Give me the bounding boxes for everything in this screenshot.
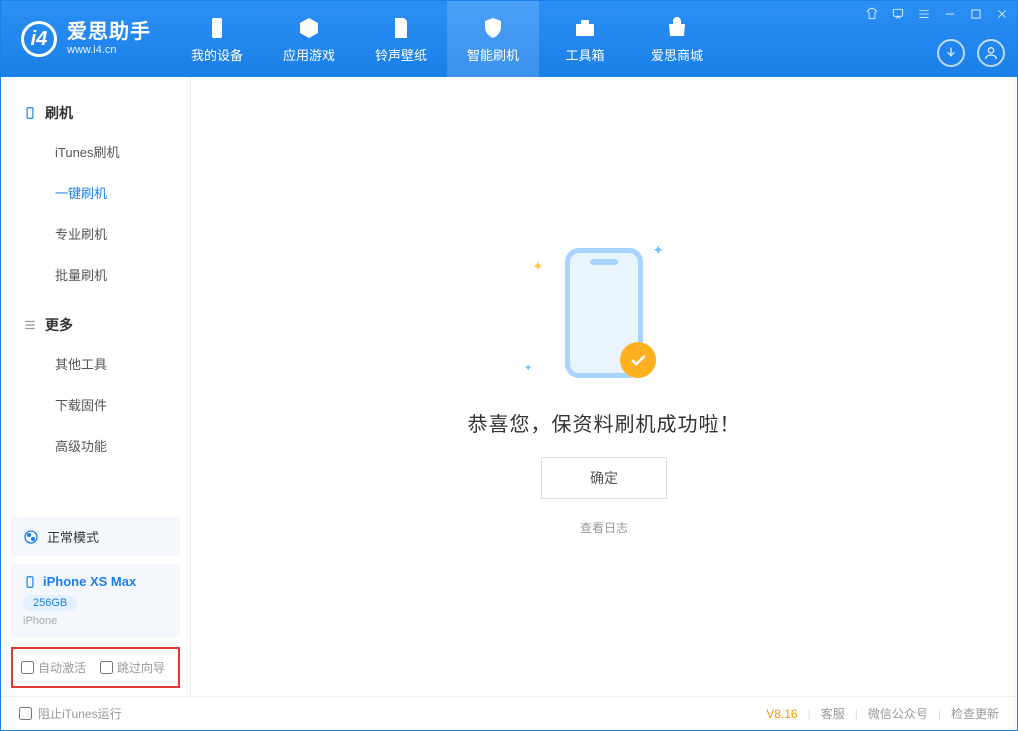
stop-itunes-checkbox[interactable]: 阻止iTunes运行 [19,705,122,722]
sidebar: 刷机 iTunes刷机 一键刷机 专业刷机 批量刷机 更多 其他工具 下载固件 … [1,77,191,696]
footer: 阻止iTunes运行 V8.16 | 客服 | 微信公众号 | 检查更新 [1,696,1017,730]
music-file-icon [388,15,414,41]
nav-tab-toolbox[interactable]: 工具箱 [539,1,631,77]
device-icon [23,106,37,120]
cube-icon [296,15,322,41]
maximize-icon[interactable] [969,7,983,24]
nav-label: 工具箱 [565,45,604,64]
logo-icon: i4 [21,21,57,57]
app-title: 爱思助手 [67,20,151,44]
sparkle-icon: ✦ [652,242,664,259]
app-window: i4 爱思助手 www.i4.cn 我的设备 应用游戏 铃声壁纸 智能刷机 [0,0,1018,731]
nav-label: 我的设备 [191,45,243,64]
stop-itunes-input[interactable] [19,707,32,720]
sidebar-item-download-firmware[interactable]: 下载固件 [1,384,190,425]
feedback-icon[interactable] [891,7,905,24]
success-illustration: ✦ ✦ ✦ [524,238,684,388]
sidebar-item-itunes-flash[interactable]: iTunes刷机 [1,131,190,172]
separator: | [808,707,811,721]
logo-text: 爱思助手 www.i4.cn [67,20,151,57]
version-text: V8.16 [766,707,797,721]
phone-icon [204,15,230,41]
nav-label: 智能刷机 [467,45,519,64]
sidebar-header-flash: 刷机 [1,95,190,131]
skip-guide-input[interactable] [100,661,113,674]
nav-tab-flash[interactable]: 智能刷机 [447,1,539,77]
separator: | [855,707,858,721]
sidebar-item-pro-flash[interactable]: 专业刷机 [1,213,190,254]
toolbox-icon [572,15,598,41]
skin-icon[interactable] [865,7,879,24]
shield-refresh-icon [480,15,506,41]
sidebar-section-flash: 刷机 iTunes刷机 一键刷机 专业刷机 批量刷机 [1,95,190,295]
phone-icon [23,575,37,589]
wechat-link[interactable]: 微信公众号 [868,705,928,722]
stop-itunes-label: 阻止iTunes运行 [38,705,122,722]
download-button[interactable] [937,39,965,67]
sparkle-icon: ✦ [524,363,532,374]
app-subtitle: www.i4.cn [67,44,151,57]
main-content: ✦ ✦ ✦ 恭喜您，保资料刷机成功啦！ 确定 查看日志 [191,77,1017,696]
status-text: 正常模式 [47,527,99,546]
sidebar-item-advanced[interactable]: 高级功能 [1,425,190,466]
user-button[interactable] [977,39,1005,67]
sidebar-title: 更多 [45,315,73,335]
minimize-icon[interactable] [943,7,957,24]
menu-icon[interactable] [917,7,931,24]
titlebar: i4 爱思助手 www.i4.cn 我的设备 应用游戏 铃声壁纸 智能刷机 [1,1,1017,77]
window-controls [865,7,1009,24]
device-name-row: iPhone XS Max [23,574,168,589]
device-type: iPhone [23,615,168,627]
close-icon[interactable] [995,7,1009,24]
footer-right: V8.16 | 客服 | 微信公众号 | 检查更新 [766,705,999,722]
user-controls [937,39,1005,67]
nav-tabs: 我的设备 应用游戏 铃声壁纸 智能刷机 工具箱 爱思商城 [171,1,723,77]
store-icon [664,15,690,41]
sparkle-icon: ✦ [532,258,544,275]
list-icon [23,318,37,332]
device-mode-status[interactable]: 正常模式 [11,517,180,556]
sidebar-item-batch-flash[interactable]: 批量刷机 [1,254,190,295]
status-icon [23,529,39,545]
check-update-link[interactable]: 检查更新 [951,705,999,722]
nav-tab-ringtones[interactable]: 铃声壁纸 [355,1,447,77]
checkmark-badge-icon [620,342,656,378]
sidebar-title: 刷机 [45,103,73,123]
separator: | [938,707,941,721]
nav-tab-apps[interactable]: 应用游戏 [263,1,355,77]
device-name: iPhone XS Max [43,574,136,589]
success-message: 恭喜您，保资料刷机成功啦！ [468,408,741,437]
sidebar-item-other-tools[interactable]: 其他工具 [1,343,190,384]
auto-activate-label: 自动激活 [38,659,86,676]
auto-activate-input[interactable] [21,661,34,674]
nav-label: 铃声壁纸 [375,45,427,64]
sidebar-section-more: 更多 其他工具 下载固件 高级功能 [1,307,190,466]
sidebar-header-more: 更多 [1,307,190,343]
auto-activate-checkbox[interactable]: 自动激活 [21,659,86,676]
nav-tab-my-device[interactable]: 我的设备 [171,1,263,77]
device-card[interactable]: iPhone XS Max 256GB iPhone [11,564,180,637]
nav-tab-store[interactable]: 爱思商城 [631,1,723,77]
nav-label: 应用游戏 [283,45,335,64]
sidebar-item-oneclick-flash[interactable]: 一键刷机 [1,172,190,213]
logo-area: i4 爱思助手 www.i4.cn [1,1,171,77]
skip-guide-checkbox[interactable]: 跳过向导 [100,659,165,676]
skip-guide-label: 跳过向导 [117,659,165,676]
nav-label: 爱思商城 [651,45,703,64]
option-checkboxes-highlighted: 自动激活 跳过向导 [11,647,180,688]
storage-badge: 256GB [23,595,77,611]
view-log-link[interactable]: 查看日志 [580,519,628,536]
body: 刷机 iTunes刷机 一键刷机 专业刷机 批量刷机 更多 其他工具 下载固件 … [1,77,1017,696]
ok-button[interactable]: 确定 [541,457,667,499]
support-link[interactable]: 客服 [821,705,845,722]
